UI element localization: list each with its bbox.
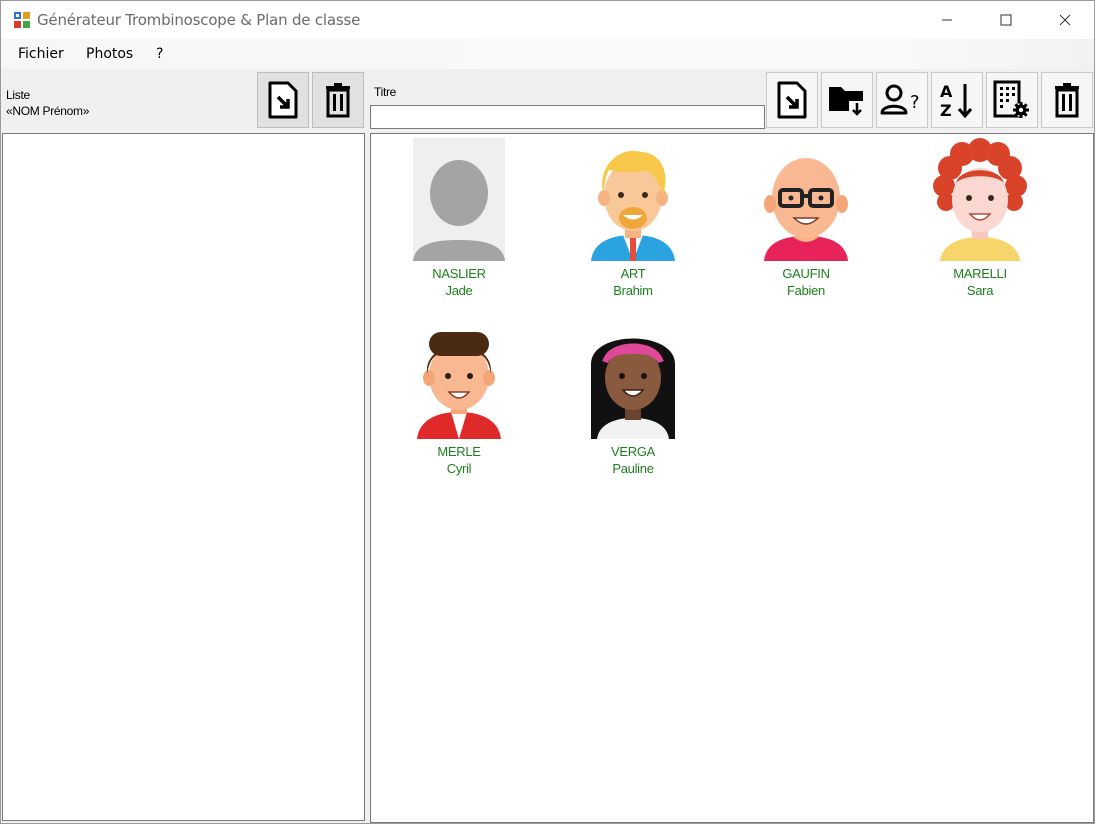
title-bar: Générateur Trombinoscope & Plan de class… [1,1,1094,39]
man-glasses-avatar-icon [764,158,848,261]
window-title: Générateur Trombinoscope & Plan de class… [37,11,361,29]
girl-headband-avatar-icon [591,338,675,439]
student-nom: ART [620,266,646,281]
load-folder-button[interactable] [821,72,873,128]
student-photo [409,316,509,439]
student-prenom: Pauline [612,461,654,476]
unknown-person-button[interactable]: ? [876,72,928,128]
student-prenom: Sara [966,283,994,298]
sort-az-icon: A Z [940,82,973,120]
close-icon [1059,14,1071,26]
import-file-icon [777,81,807,119]
menu-photos[interactable]: Photos [86,46,133,62]
menu-bar: Fichier Photos ? [1,39,1094,69]
student-photo [930,138,1030,261]
minimize-button[interactable] [918,1,976,39]
svg-text:?: ? [910,92,920,113]
student-nom: MERLE [437,444,481,459]
menu-fichier[interactable]: Fichier [18,46,64,62]
student-photo [756,138,856,261]
student-card[interactable]: MERLE Cyril [384,316,534,477]
svg-text:A: A [940,82,953,101]
boy-brown-hair-avatar-icon [417,332,501,439]
minimize-icon [942,19,952,21]
person-question-icon: ? [880,84,920,115]
svg-text:Z: Z [940,101,952,120]
student-prenom: Cyril [446,461,472,476]
sort-az-button[interactable]: A Z [931,72,983,128]
student-card[interactable]: ART Brahim [558,138,708,299]
trombinoscope-panel: NASLIER Jade ART Brahim GAUFIN Fabien MA… [370,133,1094,823]
placeholder-avatar-icon [413,138,505,261]
student-nom: NASLIER [432,266,486,281]
boy-avatar-icon [591,150,675,261]
maximize-icon [1000,14,1012,26]
student-card[interactable]: VERGA Pauline [558,316,708,477]
list-label-line2: «NOM Prénom» [6,104,90,118]
trash-icon [1055,83,1079,118]
class-plan-settings-button[interactable] [986,72,1038,128]
student-nom: GAUFIN [782,266,830,281]
names-list-textarea[interactable] [2,133,365,821]
titre-label: Titre [374,85,397,99]
student-prenom: Jade [445,283,473,298]
student-card[interactable]: NASLIER Jade [384,138,534,299]
close-button[interactable] [1036,1,1094,39]
import-photos-button[interactable] [766,72,818,128]
list-label: Liste «NOM Prénom» [6,87,89,119]
student-nom: VERGA [610,444,655,459]
import-list-button[interactable] [257,72,309,128]
student-card[interactable]: MARELLI Sara [905,138,1055,299]
student-prenom: Brahim [613,283,653,298]
menu-help[interactable]: ? [156,46,163,62]
maximize-button[interactable] [977,1,1035,39]
student-photo [583,316,683,439]
app-icon [14,12,30,28]
student-nom: MARELLI [953,266,1007,281]
grid-settings-icon [993,80,1029,118]
student-photo [409,138,509,261]
student-prenom: Fabien [787,283,825,298]
clear-photos-button[interactable] [1041,72,1093,128]
titre-input[interactable] [370,105,765,129]
student-card[interactable]: GAUFIN Fabien [731,138,881,299]
girl-curly-avatar-icon [933,138,1027,261]
folder-download-icon [829,87,865,117]
clear-list-button[interactable] [312,72,364,128]
list-label-line1: Liste [6,88,30,102]
student-photo [583,138,683,261]
app-window: Générateur Trombinoscope & Plan de class… [0,0,1095,824]
trash-icon [326,83,350,118]
import-file-icon [268,81,298,119]
